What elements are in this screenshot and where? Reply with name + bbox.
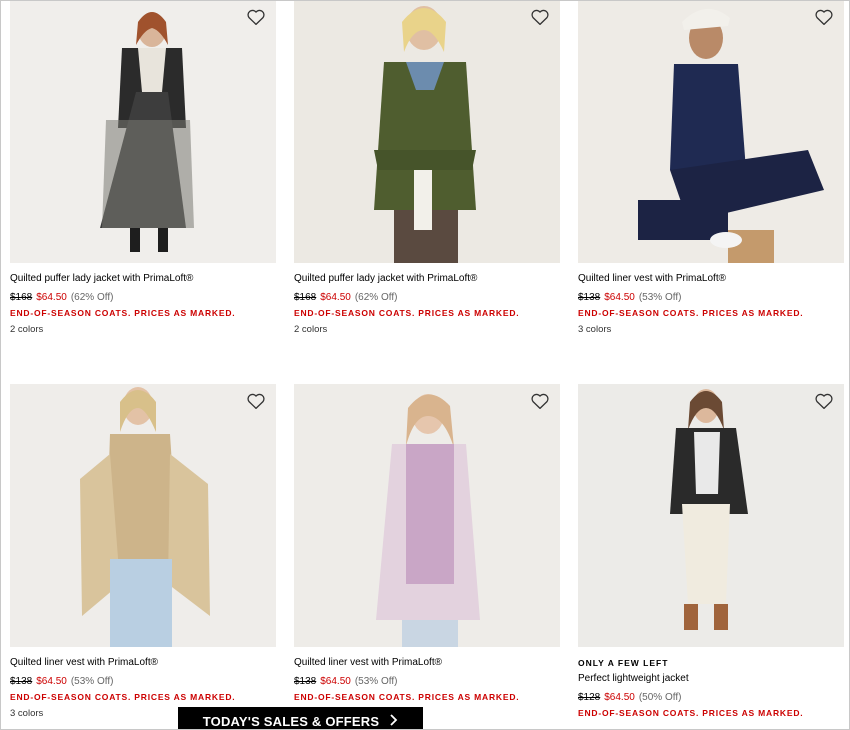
sale-price: $64.50 [36, 676, 67, 687]
favorite-heart-icon[interactable] [530, 392, 550, 410]
model-photo [10, 384, 276, 647]
model-photo [294, 1, 560, 263]
product-name[interactable]: Quilted puffer lady jacket with PrimaLof… [294, 272, 560, 285]
sales-bar-label: TODAY'S SALES & OFFERS [202, 713, 380, 729]
product-name[interactable]: Quilted puffer lady jacket with PrimaLof… [10, 272, 276, 285]
original-price: $168 [10, 292, 33, 303]
promo-message: END-OF-SEASON COATS. PRICES AS MARKED. [10, 692, 236, 702]
discount-percent: (62% Off) [70, 292, 114, 303]
product-name[interactable]: Quilted liner vest with PrimaLoft® [10, 656, 276, 669]
product-card[interactable]: Quilted puffer lady jacket with PrimaLof… [294, 1, 560, 336]
discount-percent: (62% Off) [354, 292, 398, 303]
product-price: $128 $64.50 (50% Off) [578, 691, 844, 704]
promo-message: END-OF-SEASON COATS. PRICES AS MARKED. [10, 308, 236, 318]
product-image[interactable] [10, 1, 276, 263]
promo-message: END-OF-SEASON COATS. PRICES AS MARKED. [294, 308, 520, 318]
color-count[interactable]: 2 colors [10, 323, 276, 336]
availability-label: ONLY A FEW LEFT [578, 658, 669, 668]
model-photo [294, 384, 560, 647]
product-card[interactable]: Quilted liner vest with PrimaLoft® $138 $… [578, 1, 844, 336]
product-image[interactable] [294, 384, 560, 647]
favorite-heart-icon[interactable] [246, 8, 266, 26]
favorite-heart-icon[interactable] [814, 392, 834, 410]
promo-message: END-OF-SEASON COATS. PRICES AS MARKED. [294, 692, 520, 702]
product-image[interactable] [10, 384, 276, 647]
color-count[interactable]: 3 colors [578, 323, 844, 336]
original-price: $138 [10, 676, 33, 687]
product-card[interactable]: Quilted liner vest with PrimaLoft® $138 $… [10, 384, 276, 720]
model-photo [10, 1, 276, 263]
color-count[interactable]: 2 colors [294, 323, 560, 336]
favorite-heart-icon[interactable] [530, 8, 550, 26]
original-price: $128 [578, 692, 601, 703]
model-photo [578, 1, 844, 263]
product-card[interactable]: ONLY A FEW LEFT Perfect lightweight jack… [578, 384, 844, 719]
model-photo [578, 384, 844, 647]
product-price: $138 $64.50 (53% Off) [578, 291, 844, 304]
original-price: $138 [578, 292, 601, 303]
discount-percent: (50% Off) [638, 692, 682, 703]
product-name[interactable]: Quilted liner vest with PrimaLoft® [578, 272, 844, 285]
original-price: $168 [294, 292, 317, 303]
sale-price: $64.50 [320, 292, 351, 303]
sale-price: $64.50 [320, 676, 351, 687]
sale-price: $64.50 [36, 292, 67, 303]
product-card[interactable]: Quilted liner vest with PrimaLoft® $138 $… [294, 384, 560, 703]
product-image[interactable] [578, 1, 844, 263]
todays-sales-offers-button[interactable]: TODAY'S SALES & OFFERS [178, 707, 423, 729]
promo-message: END-OF-SEASON COATS. PRICES AS MARKED. [578, 308, 804, 318]
product-name[interactable]: Perfect lightweight jacket [578, 672, 844, 685]
favorite-heart-icon[interactable] [814, 8, 834, 26]
product-grid-viewport: Quilted puffer lady jacket with PrimaLof… [0, 0, 850, 730]
product-card[interactable]: Quilted puffer lady jacket with PrimaLof… [10, 1, 276, 336]
product-price: $168 $64.50 (62% Off) [10, 291, 276, 304]
sale-price: $64.50 [604, 692, 635, 703]
discount-percent: (53% Off) [638, 292, 682, 303]
discount-percent: (53% Off) [354, 676, 398, 687]
original-price: $138 [294, 676, 317, 687]
favorite-heart-icon[interactable] [246, 392, 266, 410]
product-image[interactable] [578, 384, 844, 647]
product-price: $138 $64.50 (53% Off) [294, 675, 560, 688]
product-name[interactable]: Quilted liner vest with PrimaLoft® [294, 656, 560, 669]
chevron-right-icon [389, 713, 398, 729]
product-price: $138 $64.50 (53% Off) [10, 675, 276, 688]
sale-price: $64.50 [604, 292, 635, 303]
promo-message: END-OF-SEASON COATS. PRICES AS MARKED. [578, 708, 804, 718]
product-image[interactable] [294, 1, 560, 263]
product-price: $168 $64.50 (62% Off) [294, 291, 560, 304]
discount-percent: (53% Off) [70, 676, 114, 687]
